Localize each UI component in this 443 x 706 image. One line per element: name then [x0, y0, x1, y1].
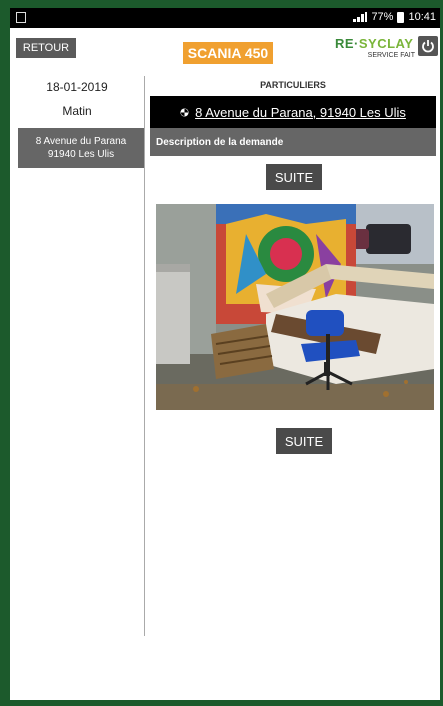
device-frame: 77% 10:41 RETOUR SCANIA 450 RE·SYCLAY SE…	[0, 0, 443, 706]
battery-icon	[397, 11, 405, 23]
app-header: RETOUR SCANIA 450 RE·SYCLAY SERVICE FAIT	[10, 28, 440, 76]
logo-tagline: SERVICE FAIT	[367, 52, 415, 59]
address-text: 8 Avenue du Parana, 91940 Les Ulis	[195, 104, 406, 120]
sidebar-address-item[interactable]: 8 Avenue du Parana 91940 Les Ulis	[18, 128, 144, 168]
logo-part2: SYCLAY	[358, 36, 414, 51]
suite-button-top[interactable]: SUITE	[266, 164, 322, 190]
power-icon	[422, 40, 434, 53]
screen: 77% 10:41 RETOUR SCANIA 450 RE·SYCLAY SE…	[10, 8, 440, 700]
address-line1: 8 Avenue du Parana	[35, 136, 127, 147]
description-header: Description de la demande	[150, 128, 436, 156]
back-button[interactable]: RETOUR	[16, 38, 76, 58]
suite-button-bottom[interactable]: SUITE	[276, 428, 332, 454]
status-bar: 77% 10:41	[10, 8, 440, 28]
date-label: 18-01-2019	[46, 80, 108, 94]
category-label: PARTICULIERS	[260, 80, 326, 90]
resyclay-logo: RE·SYCLAY SERVICE FAIT	[335, 36, 415, 68]
address-line2: 91940 Les Ulis	[47, 149, 115, 160]
power-button[interactable]	[418, 36, 438, 56]
period-label: Matin	[62, 104, 92, 118]
address-link[interactable]: 8 Avenue du Parana, 91940 Les Ulis	[150, 96, 436, 128]
request-photo[interactable]	[156, 204, 434, 410]
battery-percent: 77%	[371, 11, 394, 23]
clock: 10:41	[408, 11, 436, 23]
logo-wordmark: RE·SYCLAY	[335, 36, 415, 51]
location-icon	[180, 107, 189, 117]
notification-icon	[16, 12, 26, 23]
vehicle-badge: SCANIA 450	[183, 42, 273, 64]
photo-illustration	[156, 204, 434, 410]
logo-part1: RE·	[335, 36, 359, 51]
sidebar: 18-01-2019 Matin 8 Avenue du Parana 9194…	[10, 76, 145, 636]
status-indicators: 77% 10:41	[353, 11, 436, 23]
signal-icon	[353, 12, 368, 22]
